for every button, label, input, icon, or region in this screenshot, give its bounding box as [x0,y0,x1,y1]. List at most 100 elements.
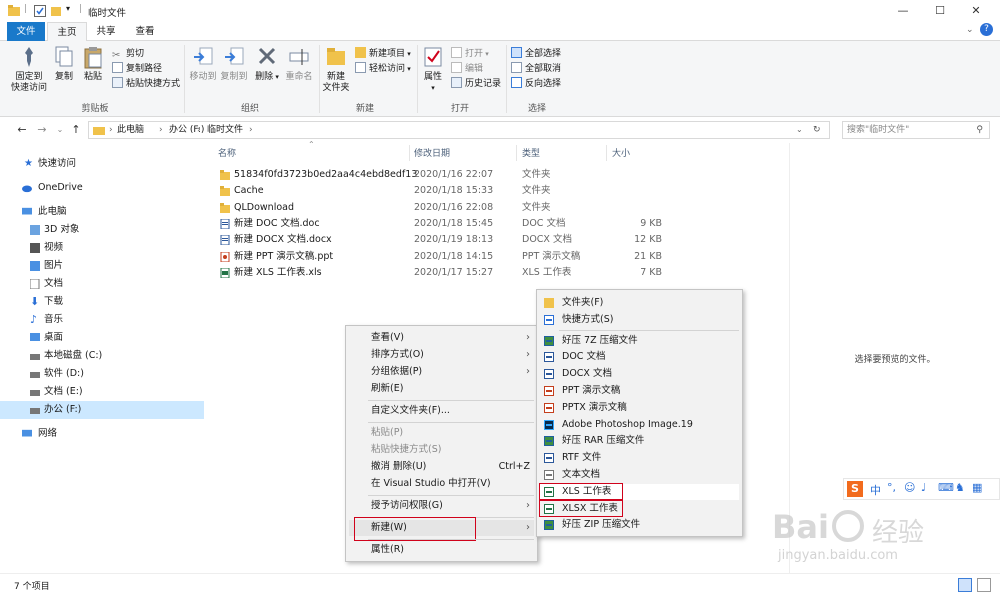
ime-mic-icon[interactable]: ♩ [921,481,926,494]
ime-emoji-icon[interactable]: ☺ [904,481,915,494]
paste-button[interactable]: 粘贴 [80,45,106,97]
menu-item-grant-access[interactable]: 授予访问权限(G) › [349,498,534,514]
search-icon[interactable]: ⚲ [976,122,983,138]
submenu-item[interactable]: Adobe Photoshop Image.19 [540,417,739,433]
history-button[interactable]: 历史记录 [451,77,501,92]
easy-access-button[interactable]: 轻松访问 ▾ [355,62,411,77]
submenu-item[interactable]: 文件夹(F) [540,295,739,311]
rename-button[interactable]: 重命名 [284,45,314,97]
ime-logo-icon[interactable]: S [847,481,863,497]
paste-shortcut-button[interactable]: 粘贴快捷方式 [112,77,180,92]
breadcrumb-this-pc[interactable]: 此电脑 [117,122,144,138]
tab-share[interactable]: 共享 [89,22,123,41]
nav-item-desktop[interactable]: 桌面 [0,329,204,347]
menu-item-undo[interactable]: 撤消 删除(U) Ctrl+Z [349,459,534,475]
copy-path-button[interactable]: 复制路径 [112,62,162,77]
ime-punctuation-icon[interactable]: °, [887,481,896,494]
cut-button[interactable]: ✂ 剪切 [112,47,144,62]
menu-item-properties[interactable]: 属性(R) [349,542,534,558]
maximize-button[interactable]: ☐ [922,0,958,22]
submenu-item[interactable]: DOC 文档 [540,349,739,365]
properties-check-icon[interactable] [34,5,46,17]
submenu-item[interactable]: DOCX 文档 [540,366,739,382]
submenu-item[interactable]: RTF 文件 [540,450,739,466]
nav-item-drive-c[interactable]: 本地磁盘 (C:) [0,347,204,365]
nav-item-drive-d[interactable]: 软件 (D:) [0,365,204,383]
menu-item-refresh[interactable]: 刷新(E) [349,381,534,397]
copy-to-button[interactable]: 复制到 [219,45,249,97]
nav-item-downloads[interactable]: ⬇ 下载 [0,293,204,311]
file-row[interactable]: 新建 XLS 工作表.xls 2020/1/17 15:27 XLS 工作表 7 KB [215,265,675,281]
nav-item-pictures[interactable]: 图片 [0,257,204,275]
properties-dropdown-icon[interactable]: ▾ [431,84,435,92]
column-divider[interactable] [606,145,607,161]
menu-item-paste-shortcut[interactable]: 粘贴快捷方式(S) [349,442,534,458]
ime-lang-toggle[interactable]: 中 [870,482,881,498]
column-header-type[interactable]: 类型 [522,147,602,161]
nav-item-drive-e[interactable]: 文档 (E:) [0,383,204,401]
nav-item-drive-f[interactable]: 办公 (F:) [0,401,204,419]
delete-button[interactable]: 删除 ▾ [254,45,280,97]
new-item-button[interactable]: 新建项目 ▾ [355,47,411,62]
ime-skin-icon[interactable]: ♞ [955,481,965,494]
submenu-item[interactable]: 文本文档 [540,467,739,483]
copy-button[interactable]: 复制 [52,45,76,97]
forward-arrow-icon[interactable]: → [34,121,50,139]
column-header-name[interactable]: 名称 [218,147,398,161]
ime-keyboard-icon[interactable]: ⌨ [938,481,954,494]
file-row[interactable]: 新建 DOCX 文档.docx 2020/1/19 18:13 DOCX 文档 12 … [215,232,675,248]
submenu-item[interactable]: 好压 ZIP 压缩文件 [540,517,739,533]
tab-view[interactable]: 查看 [127,22,163,41]
search-input[interactable]: 搜索"临时文件" ⚲ [842,121,990,139]
properties-button[interactable]: 属性 ▾ [420,45,446,97]
submenu-item[interactable]: PPT 演示文稿 [540,383,739,399]
menu-item-paste[interactable]: 粘贴(P) [349,425,534,441]
qa-dropdown-icon[interactable]: ▾ [66,4,70,13]
column-header-modified[interactable]: 修改日期 [414,147,514,161]
new-folder-button[interactable]: 新建 文件夹 [321,45,351,97]
menu-item-sort[interactable]: 排序方式(O) › [349,347,534,363]
refresh-icon[interactable]: ↻ [813,122,821,138]
nav-onedrive[interactable]: OneDrive [0,179,204,197]
details-view-icon[interactable] [958,578,972,592]
submenu-item[interactable]: 好压 7Z 压缩文件 [540,333,739,349]
select-none-button[interactable]: 全部取消 [511,62,561,77]
file-row[interactable]: 51834f0fd3723b0ed2aa4c4ebd8edf13 2020/1/1… [215,167,675,183]
column-divider[interactable] [409,145,410,161]
file-row[interactable]: 新建 PPT 演示文稿.ppt 2020/1/18 14:15 PPT 演示文稿 21… [215,249,675,265]
collapse-ribbon-icon[interactable]: ⌄ [966,25,974,35]
submenu-item[interactable]: 快捷方式(S) [540,312,739,328]
recent-dropdown-icon[interactable]: ⌄ [52,121,68,139]
nav-item-videos[interactable]: 视频 [0,239,204,257]
submenu-item[interactable]: 好压 RAR 压缩文件 [540,433,739,449]
up-arrow-icon[interactable]: ↑ [68,121,84,139]
move-to-button[interactable]: 移动到 [188,45,218,97]
nav-item-music[interactable]: ♪ 音乐 [0,311,204,329]
minimize-button[interactable]: — [885,0,921,22]
ime-toolbox-icon[interactable]: ▦ [972,481,982,494]
address-bar[interactable]: › 此电脑 › 办公 (F:) › 临时文件 › ⌄ ↻ [88,121,830,139]
menu-item-open-vs[interactable]: 在 Visual Studio 中打开(V) [349,476,534,492]
menu-item-customize[interactable]: 自定义文件夹(F)... [349,403,534,419]
tab-file[interactable]: 文件 [7,22,45,41]
submenu-item[interactable]: PPTX 演示文稿 [540,400,739,416]
large-icons-view-icon[interactable] [977,578,991,592]
invert-selection-button[interactable]: 反向选择 [511,77,561,92]
nav-item-documents[interactable]: 文档 [0,275,204,293]
nav-network[interactable]: 网络 [0,425,204,443]
open-button[interactable]: 打开 ▾ [451,47,489,62]
column-header-size[interactable]: 大小 [612,147,672,161]
column-divider[interactable] [516,145,517,161]
close-button[interactable]: ✕ [958,0,994,22]
menu-item-view[interactable]: 查看(V) › [349,330,534,346]
select-all-button[interactable]: 全部选择 [511,47,561,62]
file-row[interactable]: QLDownload 2020/1/16 22:08 文件夹 [215,200,675,216]
help-icon[interactable]: ? [980,23,993,36]
pin-quick-access-button[interactable]: 固定到 快速访问 [8,45,50,97]
back-arrow-icon[interactable]: ← [14,121,30,139]
nav-item-3d[interactable]: 3D 对象 [0,221,204,239]
breadcrumb-temp-folder[interactable]: 临时文件 [207,122,243,138]
tab-home[interactable]: 主页 [47,22,87,42]
delete-dropdown-icon[interactable]: ▾ [273,73,279,81]
new-folder-qa-icon[interactable] [51,5,61,16]
